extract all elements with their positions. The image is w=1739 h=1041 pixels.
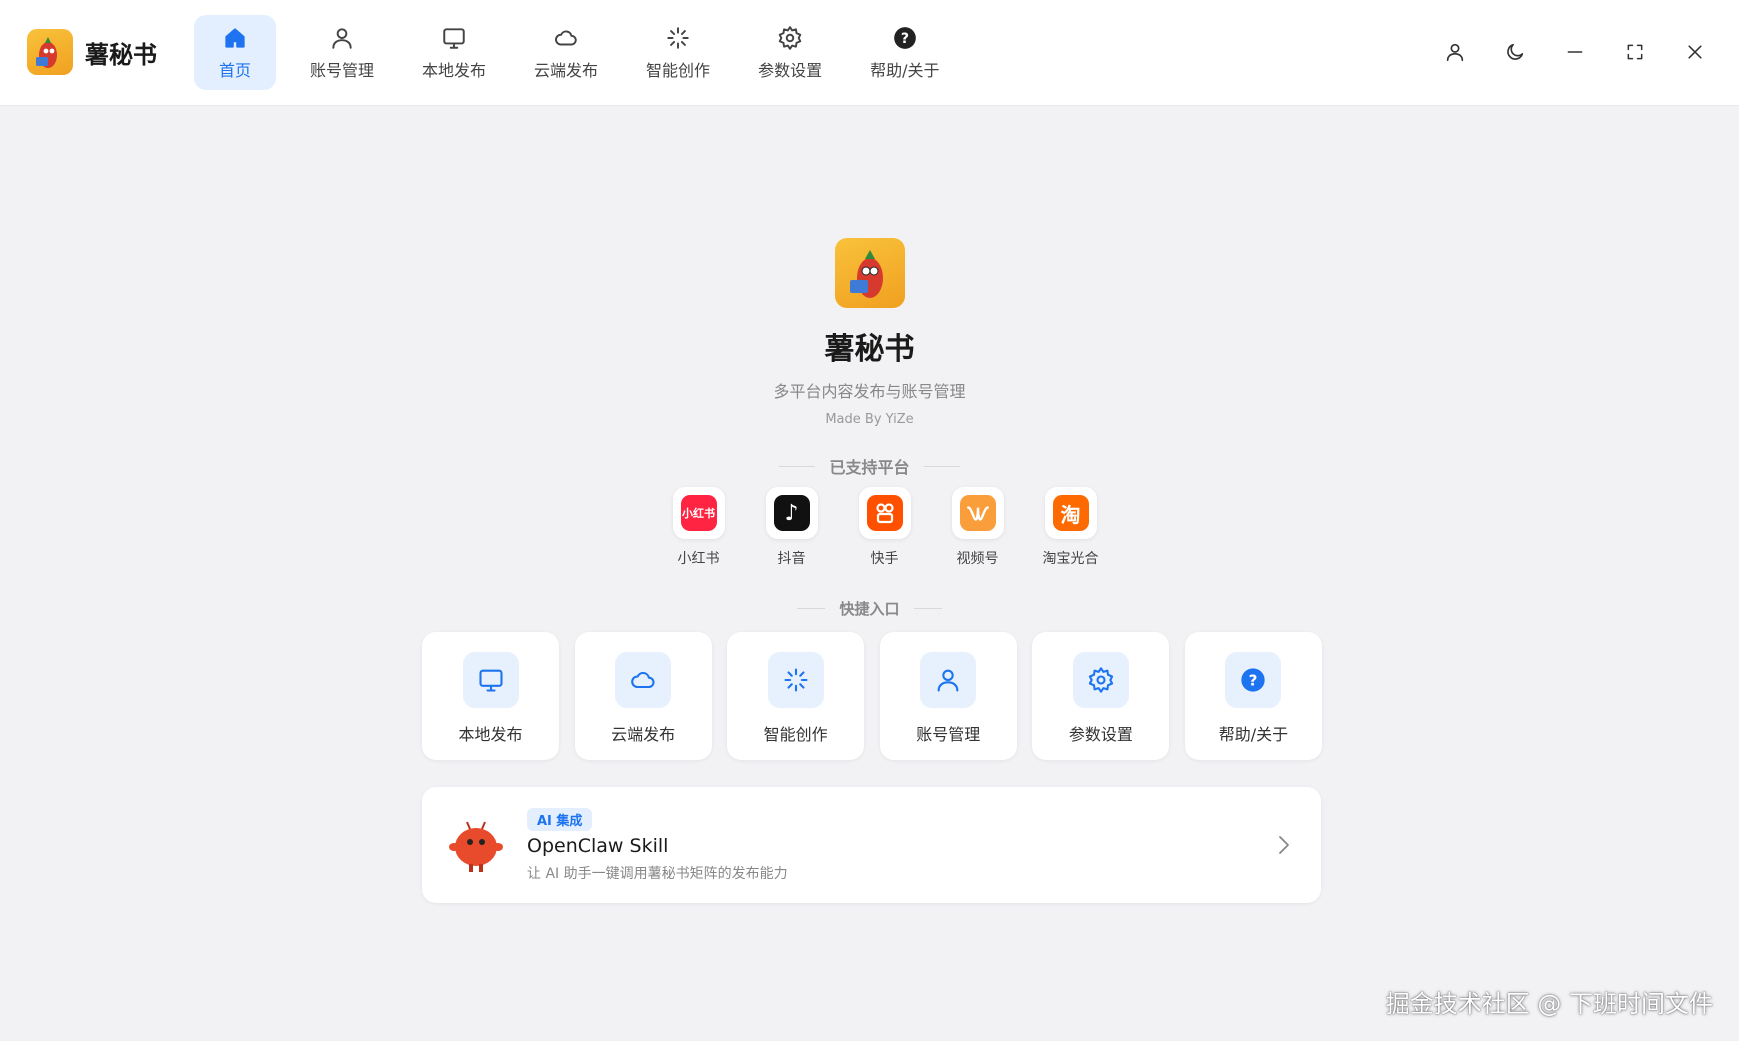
svg-text:?: ? <box>1249 671 1258 689</box>
sparkle-icon <box>667 26 689 49</box>
hero: 薯秘书 多平台内容发布与账号管理 Made By YiZe <box>0 238 1739 427</box>
quick-local-publish[interactable]: 本地发布 <box>422 632 559 760</box>
gear-icon <box>1088 667 1114 693</box>
kuaishou-icon <box>866 495 903 531</box>
nav-label: 智能创作 <box>646 60 711 80</box>
platform-douyin[interactable]: ♪ 抖音 <box>745 487 838 568</box>
quick-section-title: 快捷入口 <box>0 598 1739 619</box>
cloud-icon <box>631 671 655 689</box>
quick-settings[interactable]: 参数设置 <box>1032 632 1170 760</box>
cloud-icon <box>555 30 577 45</box>
xiaohongshu-icon: 小红书 <box>680 495 717 531</box>
nav-cloud-publish[interactable]: 云端发布 <box>520 15 612 90</box>
quick-accounts[interactable]: 账号管理 <box>879 632 1017 760</box>
close-button[interactable] <box>1675 36 1715 68</box>
top-nav: 首页 账号管理 本地发布 云端发布 智能创作 参数设置 ? 帮助/关于 <box>194 15 973 90</box>
skill-name: OpenClaw Skill <box>527 835 669 857</box>
shipinhao-icon <box>959 495 996 531</box>
platform-xiaohongshu[interactable]: 小红书 小红书 <box>652 487 745 568</box>
ai-badge: AI 集成 <box>527 808 593 831</box>
platforms-section-title: 已支持平台 <box>0 454 1739 478</box>
made-by: Made By YiZe <box>825 412 914 427</box>
minimize-button[interactable] <box>1555 36 1595 68</box>
home-icon <box>225 27 245 48</box>
quick-help[interactable]: ? 帮助/关于 <box>1184 632 1322 760</box>
douyin-icon: ♪ <box>773 495 810 531</box>
app-name: 薯秘书 <box>85 40 157 69</box>
minimize-icon <box>1567 51 1583 53</box>
openclaw-mascot-icon <box>449 821 503 872</box>
watermark: 掘金技术社区 @ 下班时间文件 <box>1385 990 1713 1018</box>
quick-cloud-publish[interactable]: 云端发布 <box>574 632 712 760</box>
openclaw-skill-card[interactable]: AI 集成 OpenClaw Skill 让 AI 助手一键调用薯秘书矩阵的发布… <box>422 787 1321 903</box>
nav-accounts[interactable]: 账号管理 <box>296 15 388 90</box>
platform-kuaishou[interactable]: 快手 <box>838 487 931 568</box>
sparkle-icon <box>784 668 808 692</box>
nav-ai-create[interactable]: 智能创作 <box>632 15 724 90</box>
monitor-icon <box>443 27 465 49</box>
user-icon <box>332 27 352 49</box>
title-bar: 薯秘书 首页 账号管理 本地发布 云端发布 智能创作 参数设置 ? 帮助/关于 <box>0 0 1739 106</box>
user-icon <box>1446 43 1464 62</box>
nav-help[interactable]: ? 帮助/关于 <box>856 15 953 90</box>
nav-local-publish[interactable]: 本地发布 <box>408 15 500 90</box>
maximize-icon <box>1627 44 1643 60</box>
svg-text:?: ? <box>901 30 909 46</box>
brand: 薯秘书 <box>27 29 157 75</box>
app-logo <box>27 29 73 75</box>
theme-toggle-button[interactable] <box>1495 36 1535 68</box>
platform-shipinhao[interactable]: 视频号 <box>931 487 1024 568</box>
close-icon <box>1688 45 1702 59</box>
nav-label: 首页 <box>218 60 251 80</box>
maximize-button[interactable] <box>1615 36 1655 68</box>
nav-label: 帮助/关于 <box>870 60 940 80</box>
window-controls <box>1415 36 1715 68</box>
skill-description: 让 AI 助手一键调用薯秘书矩阵的发布能力 <box>527 866 788 882</box>
platform-list: 小红书 小红书 ♪ 抖音 快手 视频号 淘 淘宝光合 <box>652 487 1117 568</box>
nav-label: 参数设置 <box>758 60 823 80</box>
nav-settings[interactable]: 参数设置 <box>744 15 836 90</box>
platform-taobao[interactable]: 淘 淘宝光合 <box>1024 487 1117 568</box>
app-logo-large <box>834 238 905 308</box>
help-icon: ? <box>1241 668 1266 692</box>
moon-icon <box>1507 43 1524 60</box>
help-icon: ? <box>893 26 916 49</box>
nav-label: 云端发布 <box>534 60 599 80</box>
quick-entry-list: 本地发布 云端发布 智能创作 账号管理 参数设置 ? 帮助/关于 <box>422 632 1322 760</box>
app-title: 薯秘书 <box>824 332 915 367</box>
chevron-right-icon <box>1279 836 1289 854</box>
user-icon <box>937 669 959 692</box>
gear-icon <box>778 25 802 50</box>
nav-label: 账号管理 <box>310 60 375 80</box>
taobao-icon: 淘 <box>1052 495 1089 531</box>
profile-button[interactable] <box>1435 36 1475 68</box>
nav-home[interactable]: 首页 <box>194 15 276 90</box>
nav-label: 本地发布 <box>422 60 487 80</box>
monitor-icon <box>478 669 503 692</box>
quick-ai-create[interactable]: 智能创作 <box>727 632 865 760</box>
app-subtitle: 多平台内容发布与账号管理 <box>773 382 966 401</box>
